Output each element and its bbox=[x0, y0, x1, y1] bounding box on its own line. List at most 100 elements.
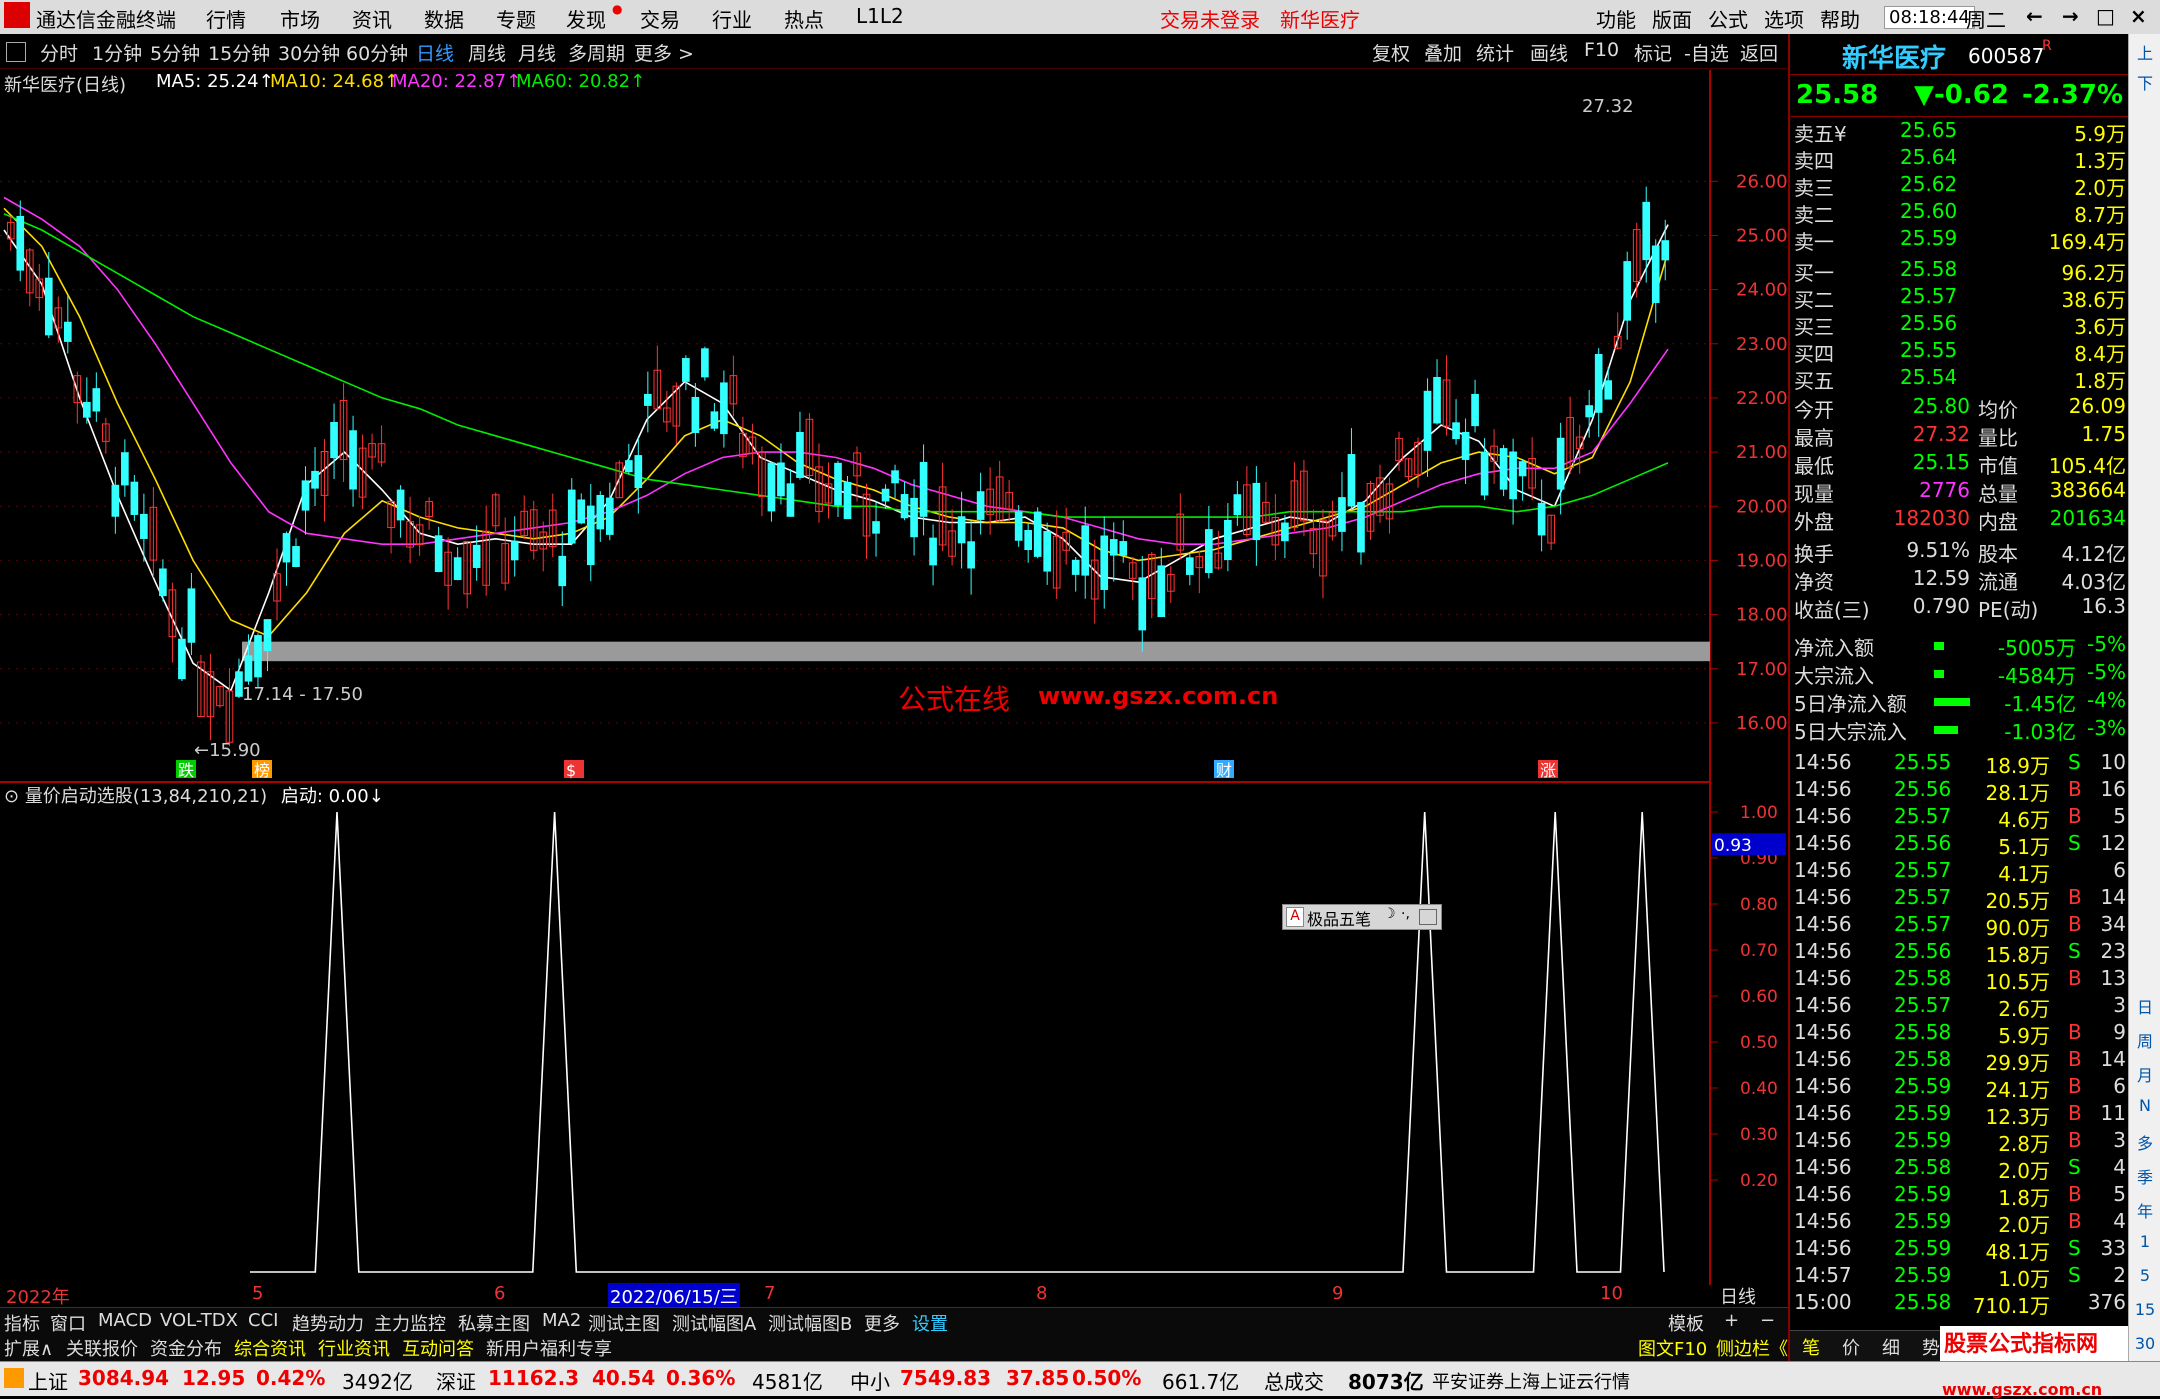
menu-gongshi[interactable]: 公式 bbox=[1708, 4, 1748, 33]
period-15min[interactable]: 15分钟 bbox=[208, 39, 270, 66]
menu-banmian[interactable]: 版面 bbox=[1652, 4, 1692, 33]
btn-fanhui[interactable]: 返回 bbox=[1740, 39, 1778, 66]
sz-label[interactable]: 深证 bbox=[436, 1366, 476, 1395]
tick-time: 14:56 bbox=[1794, 750, 1852, 774]
tab-guanlianbaojia[interactable]: 关联报价 bbox=[66, 1335, 138, 1361]
order-price: 25.62 bbox=[1900, 172, 1958, 196]
tab-add-icon[interactable]: + bbox=[1724, 1310, 1739, 1331]
menu-shuju[interactable]: 数据 bbox=[424, 4, 464, 33]
menu-redian[interactable]: 热点 bbox=[784, 4, 824, 33]
tab-cebianlan[interactable]: 侧边栏《 bbox=[1716, 1335, 1788, 1361]
side-icon-4[interactable]: 月 bbox=[2133, 1062, 2157, 1086]
menu-hangye[interactable]: 行业 bbox=[712, 4, 752, 33]
maximize-icon[interactable]: □ bbox=[2096, 4, 2115, 28]
panel-toggle-icon[interactable] bbox=[6, 42, 26, 62]
side-icon-8[interactable]: 年 bbox=[2133, 1198, 2157, 1222]
period-daily[interactable]: 日线 bbox=[416, 39, 454, 66]
side-icon-1[interactable]: 下 bbox=[2133, 70, 2157, 94]
price-chart[interactable]: 26.00 25.00 24.00 23.00 22.00 21.00 20.00 19.00… bbox=[0, 70, 1788, 780]
tab-tuwen-f10[interactable]: 图文F10 bbox=[1638, 1335, 1707, 1361]
menu-faxian[interactable]: 发现 bbox=[566, 4, 606, 33]
tab-zijinfenbu[interactable]: 资金分布 bbox=[150, 1335, 222, 1361]
btn-f10[interactable]: F10 bbox=[1584, 39, 1619, 61]
tab-jia[interactable]: 价 bbox=[1842, 1334, 1860, 1360]
menu-l1l2[interactable]: L1L2 bbox=[856, 4, 904, 28]
side-icon-11[interactable]: 15 bbox=[2133, 1300, 2157, 1319]
ime-keyboard-icon[interactable] bbox=[1419, 909, 1437, 925]
tab-hangyezixun[interactable]: 行业资讯 bbox=[318, 1335, 390, 1361]
menu-xuanxiang[interactable]: 选项 bbox=[1764, 4, 1804, 33]
y-tick-label: 20.00 bbox=[1736, 496, 1788, 517]
side-icon-9[interactable]: 1 bbox=[2133, 1232, 2157, 1251]
login-status[interactable]: 交易未登录 bbox=[1160, 4, 1260, 33]
period-multi[interactable]: 多周期 bbox=[568, 39, 625, 66]
tick-side: S bbox=[2068, 1236, 2081, 1260]
period-1min[interactable]: 1分钟 bbox=[92, 39, 142, 66]
back-arrow-icon[interactable]: ← bbox=[2026, 4, 2043, 28]
candle-body bbox=[605, 497, 614, 535]
tab-cci[interactable]: CCI bbox=[248, 1310, 278, 1331]
tab-macd[interactable]: MACD bbox=[98, 1310, 152, 1331]
side-icon-6[interactable]: 多 bbox=[2133, 1130, 2157, 1154]
period-weekly[interactable]: 周线 bbox=[468, 39, 506, 66]
side-icon-12[interactable]: 30 bbox=[2133, 1334, 2157, 1353]
close-icon[interactable]: × bbox=[2130, 4, 2147, 28]
menu-bangzhu[interactable]: 帮助 bbox=[1820, 4, 1860, 33]
stat-value: 2776 bbox=[1919, 478, 1970, 502]
menu-hangqing[interactable]: 行情 bbox=[206, 4, 246, 33]
zx-label[interactable]: 中小 bbox=[850, 1366, 890, 1395]
period-fenshi[interactable]: 分时 bbox=[40, 39, 78, 66]
btn-diejia[interactable]: 叠加 bbox=[1424, 39, 1462, 66]
quote-panel: 新华医疗 600587 R 25.58 ▼-0.62 -2.37% 卖五¥ 25.… bbox=[1788, 34, 2130, 1362]
tick-side: B bbox=[2068, 1209, 2082, 1233]
menu-zixun[interactable]: 资讯 bbox=[352, 4, 392, 33]
tab-remove-icon[interactable]: − bbox=[1760, 1310, 1775, 1331]
date-label-7: 7 bbox=[764, 1283, 776, 1304]
status-menu-icon[interactable] bbox=[4, 1368, 24, 1388]
side-icon-5[interactable]: N bbox=[2133, 1096, 2157, 1115]
btn-fuquan[interactable]: 复权 bbox=[1372, 39, 1410, 66]
candle-body bbox=[1585, 405, 1594, 418]
tab-ma2[interactable]: MA2 bbox=[542, 1310, 581, 1331]
btn-biaoji[interactable]: 标记 bbox=[1634, 39, 1672, 66]
ime-moon-icon[interactable]: ☽ bbox=[1383, 906, 1396, 922]
indicator-chart[interactable]: 1.000.900.800.700.600.500.400.300.200.93 bbox=[0, 780, 1788, 1285]
period-monthly[interactable]: 月线 bbox=[518, 39, 556, 66]
sh-label[interactable]: 上证 bbox=[28, 1366, 68, 1395]
side-icon-3[interactable]: 周 bbox=[2133, 1028, 2157, 1052]
period-5min[interactable]: 5分钟 bbox=[150, 39, 200, 66]
tick-price: 25.59 bbox=[1894, 1128, 1952, 1152]
btn-zixuan[interactable]: -自选 bbox=[1684, 39, 1729, 66]
indicator-collapse-icon[interactable]: ⊙ bbox=[4, 786, 25, 807]
tab-hudongwenda[interactable]: 互动问答 bbox=[402, 1335, 474, 1361]
menu-jiaoyi[interactable]: 交易 bbox=[640, 4, 680, 33]
side-icon-7[interactable]: 季 bbox=[2133, 1164, 2157, 1188]
period-30min[interactable]: 30分钟 bbox=[278, 39, 340, 66]
tab-vol-tdx[interactable]: VOL-TDX bbox=[160, 1310, 238, 1331]
event-marker-3: 财 bbox=[1216, 761, 1232, 780]
flow-bar bbox=[1934, 642, 1944, 650]
period-60min[interactable]: 60分钟 bbox=[346, 39, 408, 66]
y-tick-label: 17.00 bbox=[1736, 659, 1788, 680]
side-icon-10[interactable]: 5 bbox=[2133, 1266, 2157, 1285]
tab-kuozhan[interactable]: 扩展∧ bbox=[4, 1335, 53, 1361]
ime-mode-icon[interactable]: A bbox=[1286, 907, 1304, 927]
period-more[interactable]: 更多 > bbox=[634, 39, 694, 66]
forward-arrow-icon[interactable]: → bbox=[2062, 4, 2079, 28]
tab-xi[interactable]: 细 bbox=[1882, 1334, 1900, 1360]
menu-zhuanti[interactable]: 专题 bbox=[496, 4, 536, 33]
tab-xinyonghu[interactable]: 新用户福利专享 bbox=[486, 1335, 612, 1361]
side-icon-2[interactable]: 日 bbox=[2133, 994, 2157, 1018]
tab-bi[interactable]: 笔 bbox=[1802, 1334, 1820, 1360]
menu-shichang[interactable]: 市场 bbox=[280, 4, 320, 33]
ime-name: 极品五笔 bbox=[1307, 910, 1372, 929]
menu-gongneng[interactable]: 功能 bbox=[1596, 4, 1636, 33]
ime-toolbar[interactable]: A 极品五笔 ☽ ·, bbox=[1282, 904, 1442, 930]
ime-punct-icon[interactable]: ·, bbox=[1401, 906, 1410, 922]
side-icon-0[interactable]: 上 bbox=[2133, 40, 2157, 64]
y-tick-label: 25.00 bbox=[1736, 225, 1788, 246]
btn-huaxian[interactable]: 画线 bbox=[1530, 39, 1568, 66]
tab-shi[interactable]: 势 bbox=[1922, 1334, 1940, 1360]
tab-zonghezixun[interactable]: 综合资讯 bbox=[234, 1335, 306, 1361]
btn-tongji[interactable]: 统计 bbox=[1476, 39, 1514, 66]
